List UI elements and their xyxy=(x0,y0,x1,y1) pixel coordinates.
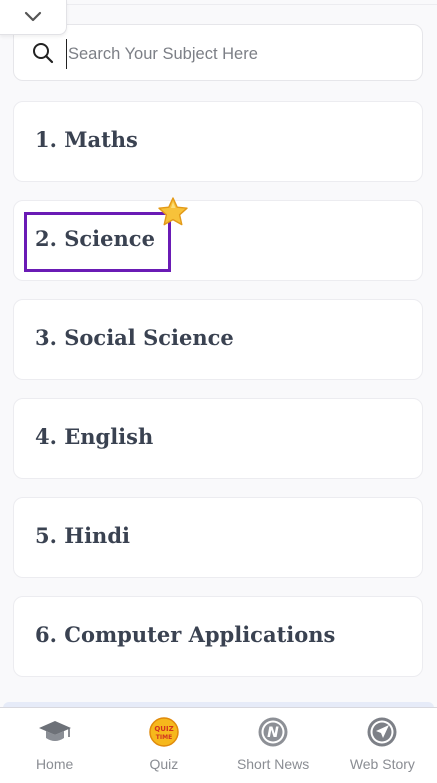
nav-label: Quiz xyxy=(149,756,179,772)
nav-label: Short News xyxy=(236,756,310,772)
nav-home[interactable]: Home xyxy=(0,708,109,783)
search-icon xyxy=(33,43,54,64)
subject-label: 5. Hindi xyxy=(35,523,130,548)
subject-card-maths[interactable]: 1. Maths xyxy=(13,101,423,182)
svg-text:N: N xyxy=(267,725,279,741)
svg-text:QUIZ: QUIZ xyxy=(154,725,173,733)
star-icon xyxy=(158,197,188,226)
nav-label: Home xyxy=(35,756,74,772)
news-n-icon: N xyxy=(258,717,288,747)
subject-label: 4. English xyxy=(35,424,154,449)
subject-label: 3. Social Science xyxy=(35,325,234,350)
search-input[interactable] xyxy=(66,39,410,69)
quiz-time-icon: QUIZ TIME xyxy=(149,717,179,747)
nav-quiz[interactable]: QUIZ TIME Quiz xyxy=(109,708,218,783)
subject-card-english[interactable]: 4. English xyxy=(13,398,423,479)
search-bar[interactable] xyxy=(13,24,423,81)
graduation-cap-icon xyxy=(38,721,71,741)
collapse-toggle-button[interactable] xyxy=(0,0,67,35)
nav-web-story[interactable]: Web Story xyxy=(328,708,437,783)
nav-label: Web Story xyxy=(349,756,415,772)
svg-text:TIME: TIME xyxy=(156,734,172,741)
nav-short-news[interactable]: N Short News xyxy=(219,708,328,783)
subject-label: 1. Maths xyxy=(35,127,138,152)
chevron-down-icon xyxy=(24,11,42,22)
subject-card-hindi[interactable]: 5. Hindi xyxy=(13,497,423,578)
paper-plane-icon xyxy=(367,717,397,747)
subject-card-computer-applications[interactable]: 6. Computer Applications xyxy=(13,596,423,677)
subject-card-social-science[interactable]: 3. Social Science xyxy=(13,299,423,380)
top-divider xyxy=(66,4,437,5)
bottom-navigation: Home QUIZ TIME Quiz N Short News Web Sto… xyxy=(0,707,437,783)
selection-highlight-box xyxy=(24,212,171,272)
subject-label: 6. Computer Applications xyxy=(35,622,336,647)
